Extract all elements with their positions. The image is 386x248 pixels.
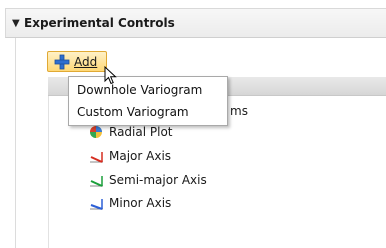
major-axis-icon	[90, 152, 103, 163]
minor-axis-icon	[90, 199, 103, 210]
menu-item-custom-variogram[interactable]: Custom Variogram	[69, 101, 227, 123]
tree-item-label: Semi-major Axis	[109, 173, 207, 187]
tree-item-minor-axis[interactable]: Minor Axis	[88, 193, 171, 213]
tree-item-semi-major-axis[interactable]: Semi-major Axis	[88, 170, 207, 190]
semi-major-axis-icon	[90, 176, 103, 187]
tree-item-label: Minor Axis	[109, 196, 172, 210]
collapse-arrow-icon[interactable]: ▼	[12, 18, 24, 29]
plus-icon	[54, 54, 70, 69]
section-title: Experimental Controls	[24, 16, 175, 30]
section-header-experimental-controls[interactable]: ▼ Experimental Controls	[5, 8, 386, 38]
tree-item-major-axis[interactable]: Major Axis	[88, 146, 171, 166]
add-button[interactable]: Add	[47, 51, 107, 72]
tree-item-label: Radial Plot	[109, 125, 173, 139]
menu-item-downhole-variogram[interactable]: Downhole Variogram	[69, 79, 227, 101]
add-dropdown-menu: Downhole Variogram Custom Variogram	[68, 76, 228, 126]
tree-item-partial-label: ms	[230, 104, 248, 118]
radial-plot-icon	[90, 126, 102, 138]
add-button-label: Add	[74, 54, 98, 69]
tree-item-label: Major Axis	[109, 149, 172, 163]
mouse-cursor-icon	[104, 66, 117, 85]
